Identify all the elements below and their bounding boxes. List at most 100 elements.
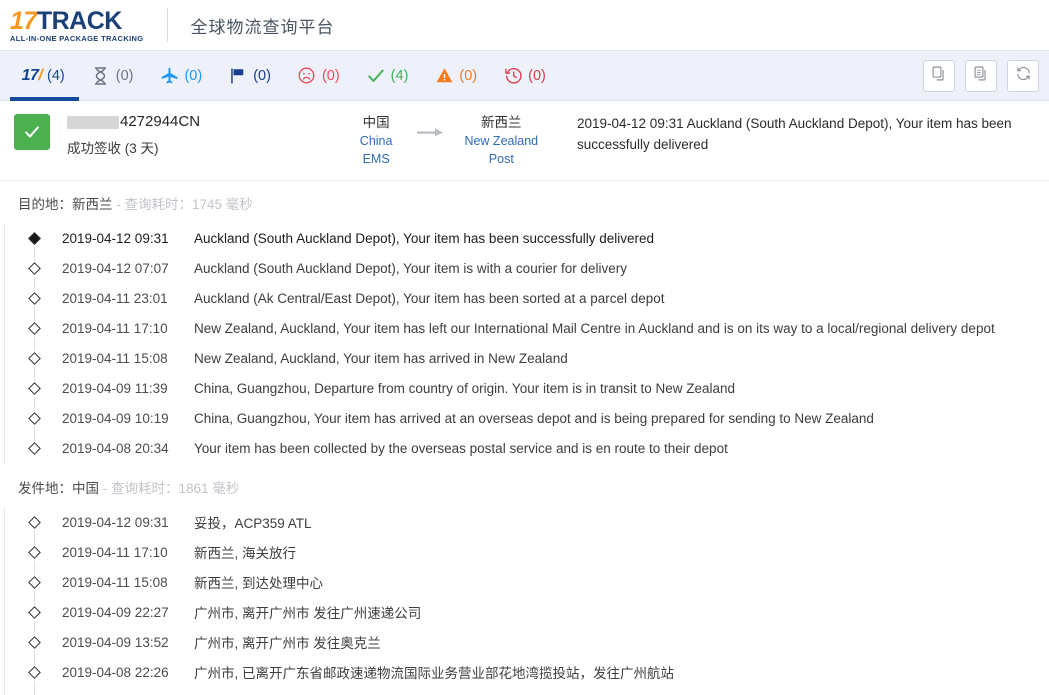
event-time: 2019-04-11 17:10 — [62, 545, 194, 560]
event-time: 2019-04-09 11:39 — [62, 381, 194, 396]
event-description: New Zealand, Auckland, Your item has lef… — [194, 321, 995, 336]
hourglass-icon — [91, 66, 111, 86]
copy-details-button[interactable] — [965, 60, 997, 92]
dest-carrier[interactable]: New Zealand Post — [459, 132, 544, 168]
origin-carrier-block: 中国 China EMS — [350, 113, 403, 168]
event-marker-icon — [28, 322, 41, 335]
tab-pickup-count: (0) — [253, 68, 271, 84]
warning-triangle-icon — [434, 66, 454, 86]
logo-17-icon: 17/ — [22, 66, 42, 86]
tracking-number: 4272944CN — [67, 112, 250, 132]
event-row[interactable]: 2019-04-09 11:39 China, Guangzhou, Depar… — [0, 373, 1049, 403]
event-marker-icon — [28, 636, 41, 649]
event-description: China, Guangzhou, Departure from country… — [194, 381, 735, 396]
tracking-detail-area: 目的地：新西兰 - 查询耗时：1745 毫秒 2019-04-12 09:31 … — [0, 181, 1049, 695]
event-row[interactable]: 2019-04-11 17:10 New Zealand, Auckland, … — [0, 313, 1049, 343]
toolbar-buttons — [923, 60, 1039, 92]
tab-expired[interactable]: (0) — [491, 51, 560, 100]
section-header-destination: 目的地：新西兰 - 查询耗时：1745 毫秒 — [0, 181, 1049, 223]
event-time: 2019-04-08 20:34 — [62, 441, 194, 456]
event-description: 妥投，ACP359 ATL — [194, 512, 312, 532]
redacted-block — [67, 116, 119, 129]
event-time: 2019-04-12 09:31 — [62, 231, 194, 246]
event-description: 广州市, 已离开广东省邮政速递物流国际业务营业部花地湾揽投站，发往广州航站 — [194, 662, 674, 682]
summary-number-block: 4272944CN 成功签收 (3 天) — [67, 112, 250, 157]
carrier-route: 中国 China EMS 新西兰 New Zealand Post — [350, 113, 544, 168]
event-row[interactable]: 2019-04-09 13:52 广州市, 离开广州市 发往奥克兰 — [0, 627, 1049, 657]
event-row[interactable]: 2019-04-08 20:34 广州市, 广东省邮政速递物流国际业务营业部花地… — [0, 687, 1049, 695]
event-description: New Zealand, Auckland, Your item has arr… — [194, 351, 568, 366]
copy-icon — [931, 65, 948, 87]
event-time: 2019-04-09 13:52 — [62, 635, 194, 650]
event-description: Your item has been collected by the over… — [194, 441, 728, 456]
header-divider — [167, 8, 168, 42]
site-header: 17TRACK ALL-IN-ONE PACKAGE TRACKING 全球物流… — [0, 0, 1049, 51]
event-marker-icon — [28, 606, 41, 619]
dest-carrier-block: 新西兰 New Zealand Post — [459, 113, 544, 168]
event-description: 新西兰, 海关放行 — [194, 542, 296, 562]
copy-details-icon — [973, 65, 990, 87]
event-marker-icon — [28, 352, 41, 365]
flag-icon — [228, 66, 248, 86]
airplane-icon — [159, 66, 179, 86]
clock-back-icon — [503, 66, 523, 86]
event-description: Auckland (Ak Central/East Depot), Your i… — [194, 291, 665, 306]
section-destination-elapsed: - 查询耗时：1745 毫秒 — [113, 197, 253, 212]
event-marker-icon — [28, 382, 41, 395]
tracking-number-text: 4272944CN — [120, 112, 200, 132]
tab-transit[interactable]: (0) — [147, 51, 216, 100]
check-icon — [366, 66, 386, 86]
tab-expired-count: (0) — [528, 68, 546, 84]
refresh-button[interactable] — [1007, 60, 1039, 92]
event-row[interactable]: 2019-04-11 23:01 Auckland (Ak Central/Ea… — [0, 283, 1049, 313]
copy-button[interactable] — [923, 60, 955, 92]
event-row[interactable]: 2019-04-11 15:08 New Zealand, Auckland, … — [0, 343, 1049, 373]
event-row[interactable]: 2019-04-08 20:34 Your item has been coll… — [0, 433, 1049, 463]
logo-track-text: TRACK — [37, 7, 122, 35]
package-summary-row[interactable]: 4272944CN 成功签收 (3 天) 中国 China EMS 新西兰 Ne… — [0, 101, 1049, 181]
event-row[interactable]: 2019-04-12 07:07 Auckland (South Aucklan… — [0, 253, 1049, 283]
status-tabbar: 17/ (4) (0) (0) — [0, 51, 1049, 101]
check-icon — [22, 122, 42, 142]
tab-delivered[interactable]: (4) — [354, 51, 423, 100]
event-row[interactable]: 2019-04-08 22:26 广州市, 已离开广东省邮政速递物流国际业务营业… — [0, 657, 1049, 687]
event-row[interactable]: 2019-04-12 09:31 妥投，ACP359 ATL — [0, 507, 1049, 537]
summary-latest-event: 2019-04-12 09:31 Auckland (South Aucklan… — [577, 112, 1039, 155]
event-row[interactable]: 2019-04-11 15:08 新西兰, 到达处理中心 — [0, 567, 1049, 597]
status-badge — [14, 114, 50, 150]
event-row[interactable]: 2019-04-12 09:31 Auckland (South Aucklan… — [0, 223, 1049, 253]
event-row[interactable]: 2019-04-09 10:19 China, Guangzhou, Your … — [0, 403, 1049, 433]
event-time: 2019-04-09 10:19 — [62, 411, 194, 426]
event-time: 2019-04-08 22:26 — [62, 665, 194, 680]
event-description: China, Guangzhou, Your item has arrived … — [194, 411, 874, 426]
tab-pending[interactable]: (0) — [79, 51, 148, 100]
event-time: 2019-04-11 15:08 — [62, 351, 194, 366]
sad-face-icon — [297, 66, 317, 86]
event-row[interactable]: 2019-04-09 22:27 广州市, 离开广州市 发往广州速递公司 — [0, 597, 1049, 627]
event-time: 2019-04-12 09:31 — [62, 515, 194, 530]
event-time: 2019-04-12 07:07 — [62, 261, 194, 276]
logo-subtitle: ALL-IN-ONE PACKAGE TRACKING — [10, 34, 143, 43]
origin-carrier[interactable]: China EMS — [350, 132, 403, 168]
tab-pending-count: (0) — [116, 68, 134, 84]
section-destination-label: 目的地：新西兰 — [18, 197, 113, 212]
refresh-icon — [1015, 65, 1032, 87]
event-row[interactable]: 2019-04-11 17:10 新西兰, 海关放行 — [0, 537, 1049, 567]
event-marker-icon — [28, 516, 41, 529]
site-logo[interactable]: 17TRACK ALL-IN-ONE PACKAGE TRACKING — [10, 8, 143, 43]
tab-all[interactable]: 17/ (4) — [10, 51, 79, 100]
origin-country: 中国 — [350, 113, 403, 132]
event-marker-icon — [28, 232, 41, 245]
event-description: 广州市, 离开广州市 发往奥克兰 — [194, 632, 381, 652]
tab-undelivered[interactable]: (0) — [285, 51, 354, 100]
section-origin-label: 发件地：中国 — [18, 481, 99, 496]
logo-wordmark: 17TRACK — [10, 8, 143, 34]
tab-pickup[interactable]: (0) — [216, 51, 285, 100]
site-tagline: 全球物流查询平台 — [190, 13, 334, 38]
summary-status-text: 成功签收 (3 天) — [67, 137, 250, 157]
tab-alert[interactable]: (0) — [422, 51, 491, 100]
tab-delivered-count: (4) — [391, 68, 409, 84]
event-marker-icon — [28, 546, 41, 559]
event-marker-icon — [28, 576, 41, 589]
event-marker-icon — [28, 442, 41, 455]
